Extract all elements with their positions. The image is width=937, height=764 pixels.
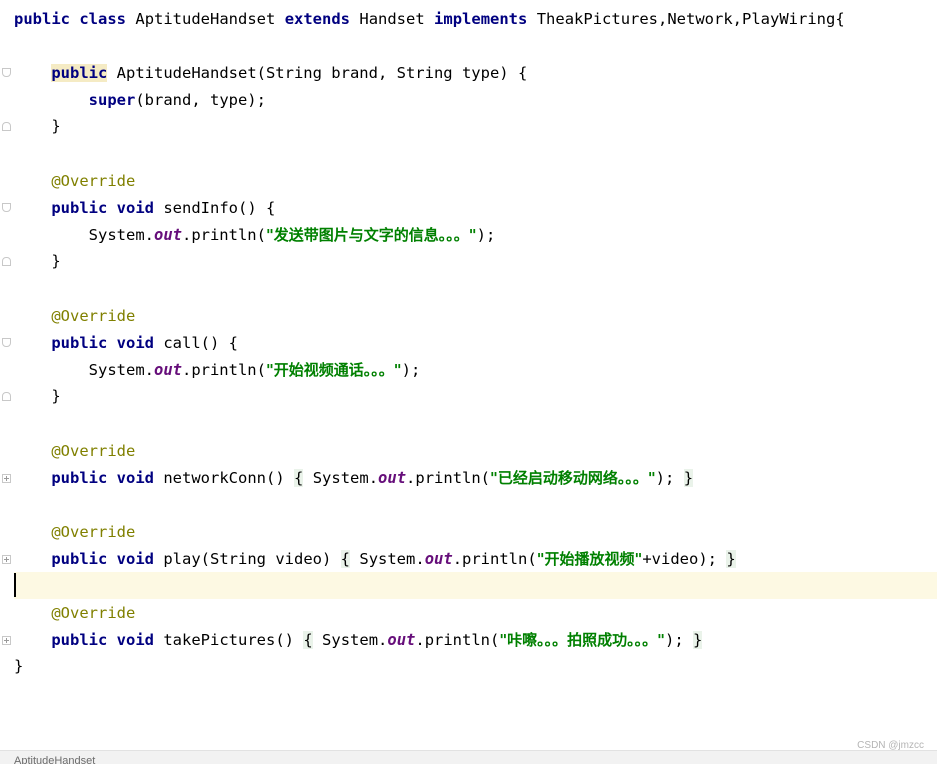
method-signature: networkConn()	[163, 469, 285, 487]
string-literal: "已经启动移动网络。。。"	[490, 469, 656, 487]
annotation: @Override	[51, 172, 136, 190]
code-line-takepictures-folded[interactable]: public void takePictures() { System.out.…	[14, 627, 937, 654]
code-line-annotation[interactable]: @Override	[14, 600, 937, 627]
folded-open-brace[interactable]: {	[294, 469, 304, 487]
folded-close-brace[interactable]: }	[726, 550, 736, 568]
system-class: System.	[312, 469, 379, 487]
keyword: implements	[434, 10, 528, 28]
keyword: void	[116, 550, 154, 568]
fold-end-icon[interactable]	[2, 257, 11, 266]
folded-close-brace[interactable]: }	[693, 631, 703, 649]
parent-class: Handset	[359, 10, 425, 28]
static-field: out	[424, 550, 453, 568]
method-signature: play(String video)	[163, 550, 332, 568]
annotation: @Override	[51, 604, 136, 622]
keyword: void	[116, 334, 154, 352]
keyword: public	[51, 334, 108, 352]
super-args: (brand, type);	[135, 91, 266, 109]
code-line-constructor[interactable]: public AptitudeHandset(String brand, Str…	[14, 60, 937, 87]
code-editor[interactable]: public class AptitudeHandset extends Han…	[0, 0, 937, 750]
watermark: CSDN @jmzcc	[857, 740, 924, 751]
constructor-signature: AptitudeHandset(String brand, String typ…	[116, 64, 528, 82]
close-brace: }	[51, 252, 61, 270]
folded-open-brace[interactable]: {	[303, 631, 313, 649]
keyword: extends	[284, 10, 351, 28]
text-caret	[14, 573, 16, 597]
code-line-class-close-brace[interactable]: }	[14, 653, 937, 680]
method-call: .println(	[415, 631, 500, 649]
annotation: @Override	[51, 307, 136, 325]
system-class: System.	[88, 361, 154, 379]
code-line-annotation[interactable]: @Override	[14, 303, 937, 330]
statement-end: +video);	[642, 550, 717, 568]
statement-end: );	[655, 469, 675, 487]
statement-end: );	[476, 226, 496, 244]
folded-open-brace[interactable]: {	[340, 550, 351, 568]
statement-end: );	[401, 361, 421, 379]
keyword: public	[14, 10, 70, 28]
keyword: void	[116, 469, 154, 487]
keyword: class	[79, 10, 127, 28]
static-field: out	[387, 631, 416, 649]
breadcrumb-bar: AptitudeHandset	[0, 750, 937, 764]
code-line-play-folded[interactable]: public void play(String video) { System.…	[14, 546, 937, 573]
string-literal: "发送带图片与文字的信息。。。"	[265, 226, 477, 244]
keyword: public	[51, 199, 108, 217]
method-signature: sendInfo() {	[163, 199, 276, 217]
keyword: void	[116, 631, 154, 649]
static-field: out	[153, 226, 182, 244]
code-line-networkconn-folded[interactable]: public void networkConn() { System.out.p…	[14, 465, 937, 492]
code-line-super-call[interactable]: super(brand, type);	[14, 87, 937, 114]
folded-close-brace[interactable]: }	[683, 469, 694, 487]
keyword-highlighted: public	[51, 64, 108, 82]
system-class: System.	[88, 226, 154, 244]
code-line-current[interactable]	[14, 572, 937, 599]
expand-takepictures-icon[interactable]	[2, 636, 11, 645]
code-line-class-declaration[interactable]: public class AptitudeHandset extends Han…	[14, 6, 937, 33]
method-call: .println(	[181, 226, 266, 244]
interfaces: TheakPictures,Network,PlayWiring{	[536, 10, 845, 28]
method-call: .println(	[406, 469, 491, 487]
keyword: public	[51, 631, 108, 649]
expand-networkconn-icon[interactable]	[2, 474, 11, 483]
method-call: .println(	[452, 550, 537, 568]
code-line-sendinfo-signature[interactable]: public void sendInfo() {	[14, 195, 937, 222]
fold-sendinfo-icon[interactable]	[2, 203, 11, 212]
string-literal: "开始播放视频"	[536, 550, 643, 568]
code-line-close-brace[interactable]: }	[14, 248, 937, 275]
code-line-annotation[interactable]: @Override	[14, 168, 937, 195]
code-line-call-signature[interactable]: public void call() {	[14, 330, 937, 357]
string-literal: "开始视频通话。。。"	[265, 361, 402, 379]
code-line-call-body[interactable]: System.out.println("开始视频通话。。。");	[14, 357, 937, 384]
code-line-close-brace[interactable]: }	[14, 383, 937, 410]
code-line-sendinfo-body[interactable]: System.out.println("发送带图片与文字的信息。。。");	[14, 222, 937, 249]
static-field: out	[153, 361, 182, 379]
code-line-annotation[interactable]: @Override	[14, 519, 937, 546]
keyword: super	[88, 91, 136, 109]
keyword: public	[51, 550, 108, 568]
method-signature: takePictures()	[163, 631, 294, 649]
annotation: @Override	[51, 523, 136, 541]
system-class: System.	[322, 631, 388, 649]
method-signature: call() {	[163, 334, 238, 352]
method-call: .println(	[181, 361, 266, 379]
statement-end: );	[665, 631, 684, 649]
expand-play-icon[interactable]	[2, 555, 11, 564]
string-literal: "咔嚓。。。拍照成功。。。"	[499, 631, 665, 649]
class-name: AptitudeHandset	[135, 10, 276, 28]
fold-end-icon[interactable]	[2, 392, 11, 401]
fold-constructor-icon[interactable]	[2, 68, 11, 77]
annotation: @Override	[51, 442, 136, 460]
code-line-annotation[interactable]: @Override	[14, 438, 937, 465]
static-field: out	[378, 469, 407, 487]
keyword: void	[116, 199, 154, 217]
keyword: public	[51, 469, 108, 487]
fold-end-icon[interactable]	[2, 122, 11, 131]
close-brace: }	[14, 657, 24, 675]
system-class: System.	[359, 550, 425, 568]
close-brace: }	[51, 387, 61, 405]
fold-call-icon[interactable]	[2, 338, 11, 347]
code-line-close-brace[interactable]: }	[14, 113, 937, 140]
close-brace: }	[51, 117, 61, 135]
